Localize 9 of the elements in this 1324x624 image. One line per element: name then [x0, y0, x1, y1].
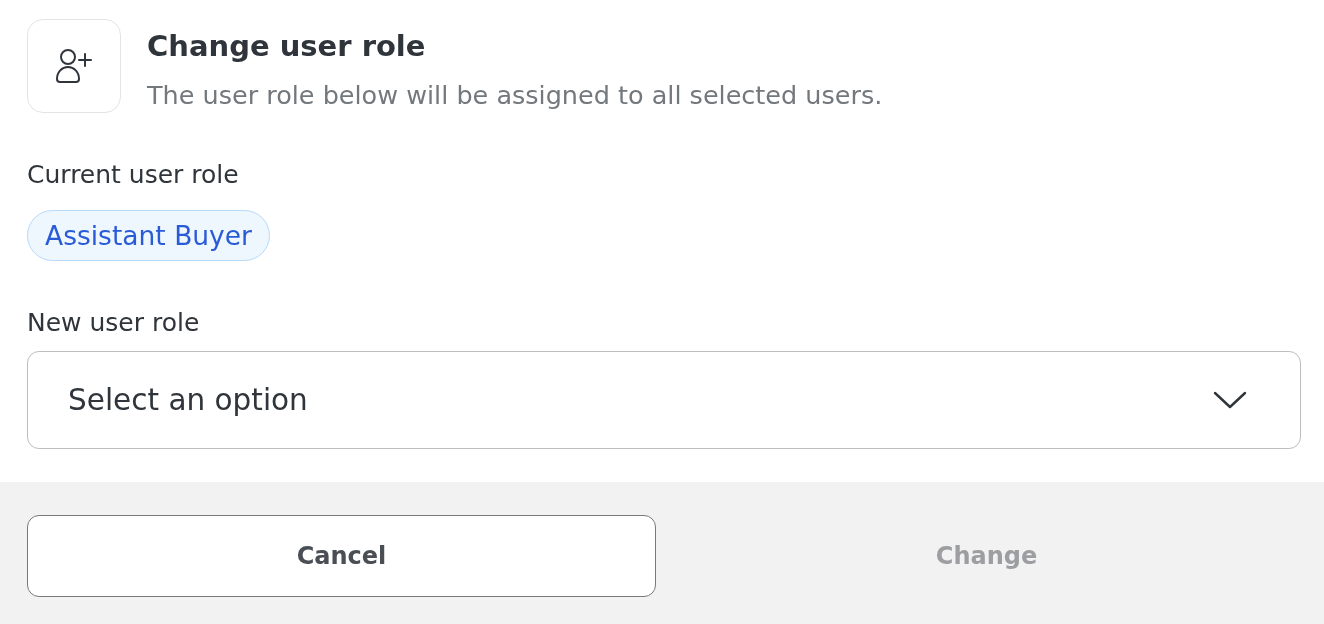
new-role-label: New user role	[27, 308, 200, 338]
dialog-subtitle: The user role below will be assigned to all selected users.	[147, 80, 883, 110]
cancel-button[interactable]: Cancel	[27, 515, 656, 597]
chevron-down-icon	[1213, 391, 1247, 409]
role-select[interactable]: Select an option	[27, 351, 1301, 449]
role-badge: Assistant Buyer	[27, 210, 270, 261]
current-role-label: Current user role	[27, 160, 239, 190]
user-plus-icon	[27, 19, 121, 113]
dialog-title: Change user role	[147, 28, 426, 64]
